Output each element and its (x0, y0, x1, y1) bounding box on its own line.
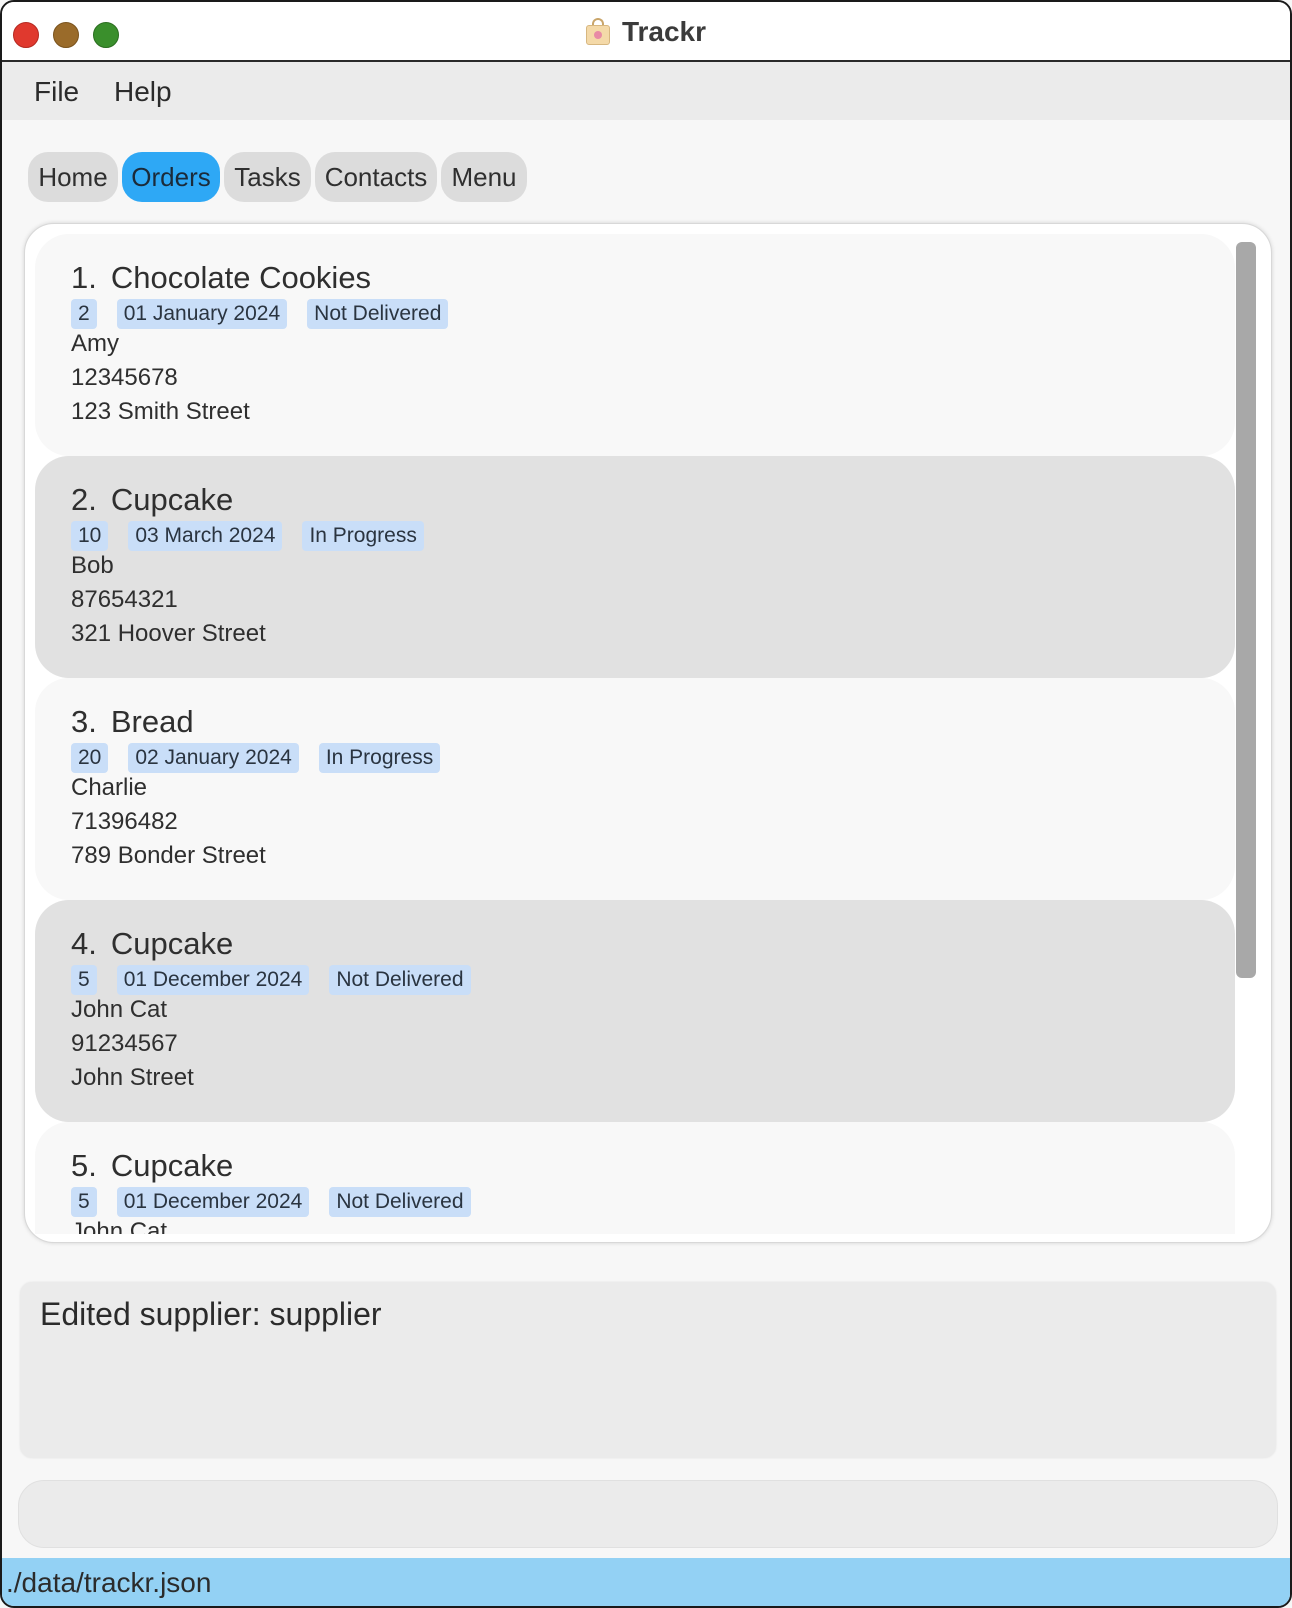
result-message: Edited supplier: supplier (40, 1296, 382, 1332)
order-index: 4. (71, 926, 97, 961)
order-title: 3. Bread (71, 704, 194, 740)
tab-home[interactable]: Home (28, 152, 118, 202)
order-tags: 2 01 January 2024 Not Delivered (71, 299, 468, 329)
customer-address: 789 Bonder Street (71, 842, 266, 869)
date-tag: 02 January 2024 (128, 743, 299, 773)
shopping-bag-icon (585, 18, 610, 45)
status-tag: Not Delivered (329, 965, 471, 995)
order-index: 5. (71, 1148, 97, 1183)
title-bar: Trackr (2, 2, 1290, 62)
customer-address: John Street (71, 1064, 194, 1091)
order-title: 2. Cupcake (71, 482, 233, 518)
date-tag: 01 December 2024 (116, 965, 310, 995)
order-tags: 20 02 January 2024 In Progress (71, 743, 460, 773)
status-tag: Not Delivered (307, 299, 449, 329)
menu-help[interactable]: Help (114, 76, 172, 108)
menu-file[interactable]: File (34, 76, 79, 108)
app-window: Trackr File Help Home Orders Tasks Conta… (0, 0, 1292, 1608)
customer-name: Bob (71, 552, 114, 579)
order-card[interactable]: 2. Cupcake 10 03 March 2024 In Progress Bob… (35, 456, 1235, 678)
customer-address: 321 Hoover Street (71, 620, 266, 647)
quantity-tag: 5 (71, 965, 97, 995)
status-bar: ./data/trackr.json (2, 1558, 1290, 1606)
data-file-path: ./data/trackr.json (6, 1567, 212, 1598)
customer-phone: 87654321 (71, 586, 178, 613)
quantity-tag: 2 (71, 299, 97, 329)
tab-contacts[interactable]: Contacts (315, 152, 437, 202)
menu-bar: File Help (2, 62, 1290, 120)
order-card[interactable]: 1. Chocolate Cookies 2 01 January 2024 Not … (35, 234, 1235, 456)
order-name: Bread (110, 704, 194, 739)
customer-phone: 71396482 (71, 808, 178, 835)
order-title: 5. Cupcake (71, 1148, 233, 1184)
order-index: 3. (71, 704, 97, 739)
order-title: 1. Chocolate Cookies (71, 260, 371, 296)
order-tags: 5 01 December 2024 Not Delivered (71, 965, 491, 995)
customer-name: John Cat (71, 996, 168, 1023)
quantity-tag: 10 (71, 521, 109, 551)
order-tags: 5 01 December 2024 Not Delivered (71, 1187, 491, 1217)
customer-phone: 91234567 (71, 1030, 178, 1057)
customer-name: John Cat (71, 1218, 168, 1234)
window-title: Trackr (621, 16, 707, 47)
date-tag: 01 December 2024 (116, 1187, 310, 1217)
status-tag: In Progress (318, 743, 441, 773)
quantity-tag: 5 (71, 1187, 97, 1217)
customer-address: 123 Smith Street (71, 398, 250, 425)
tab-menu[interactable]: Menu (441, 152, 527, 202)
order-list-panel: 1. Chocolate Cookies 2 01 January 2024 Not … (24, 223, 1272, 1243)
order-index: 2. (71, 482, 97, 517)
customer-name: Charlie (71, 774, 148, 801)
order-card[interactable]: 3. Bread 20 02 January 2024 In Progress Cha… (35, 678, 1235, 900)
status-tag: In Progress (302, 521, 424, 551)
scrollbar-thumb[interactable] (1236, 242, 1256, 978)
order-card[interactable]: 4. Cupcake 5 01 December 2024 Not Delivered… (35, 900, 1235, 1122)
order-list-scrollbar[interactable] (1236, 242, 1256, 1198)
result-display: Edited supplier: supplier (20, 1282, 1276, 1458)
order-title: 4. Cupcake (71, 926, 233, 962)
tab-orders[interactable]: Orders (122, 152, 220, 202)
command-input[interactable] (18, 1480, 1278, 1548)
order-name: Cupcake (110, 926, 234, 961)
order-name: Cupcake (110, 1148, 234, 1183)
customer-phone: 12345678 (71, 364, 178, 391)
tab-tasks[interactable]: Tasks (224, 152, 311, 202)
window-title-area: Trackr (2, 16, 1290, 48)
order-card[interactable]: 5. Cupcake 5 01 December 2024 Not Delivered… (35, 1122, 1235, 1234)
customer-name: Amy (71, 330, 119, 357)
order-name: Cupcake (110, 482, 234, 517)
date-tag: 03 March 2024 (128, 521, 283, 551)
order-name: Chocolate Cookies (110, 260, 372, 295)
date-tag: 01 January 2024 (116, 299, 288, 329)
status-tag: Not Delivered (329, 1187, 471, 1217)
order-tags: 10 03 March 2024 In Progress (71, 521, 444, 551)
quantity-tag: 20 (71, 743, 109, 773)
order-index: 1. (71, 260, 97, 295)
order-list[interactable]: 1. Chocolate Cookies 2 01 January 2024 Not … (35, 234, 1235, 1234)
